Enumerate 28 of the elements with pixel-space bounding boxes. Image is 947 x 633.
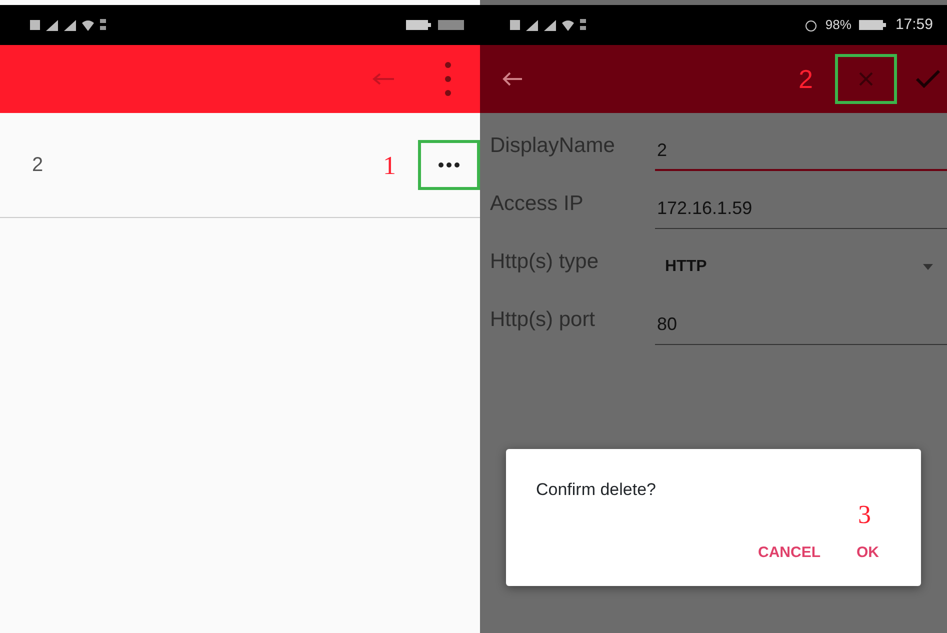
field-label: DisplayName	[489, 132, 616, 158]
input-field[interactable]: 80	[655, 305, 947, 345]
dropdown-field[interactable]: HTTP	[655, 247, 947, 287]
close-icon	[859, 72, 873, 86]
annotation-number: 1	[383, 150, 396, 182]
dropdown-caret-icon	[923, 264, 933, 270]
annotation-number: 3	[858, 499, 871, 531]
field-label: Access IP	[489, 190, 584, 216]
input-field[interactable]: 172.16.1.59	[655, 189, 947, 229]
clock-time: 17:59	[895, 14, 933, 35]
dialog-message: Confirm delete?	[536, 479, 658, 501]
field-label: Http(s) type	[489, 248, 600, 274]
input-field[interactable]: 2	[655, 131, 947, 171]
field-label: Http(s) port	[489, 306, 596, 332]
battery-percent: 98%	[825, 16, 852, 34]
more-button[interactable]	[418, 140, 480, 190]
battery-icon	[859, 19, 888, 31]
battery-icon	[406, 18, 466, 32]
ellipsis-icon	[438, 162, 460, 168]
annotation-number: 2	[798, 62, 813, 96]
dialog-button[interactable]: OK	[850, 540, 885, 565]
alarm-icon	[805, 18, 818, 32]
back-arrow-icon[interactable]	[502, 72, 524, 86]
dialog-button[interactable]: CANCEL	[752, 540, 826, 565]
more-options-icon[interactable]	[444, 61, 452, 97]
list-item-label[interactable]: 2	[32, 150, 383, 180]
check-icon[interactable]	[915, 69, 941, 89]
delete-button[interactable]	[835, 54, 897, 104]
